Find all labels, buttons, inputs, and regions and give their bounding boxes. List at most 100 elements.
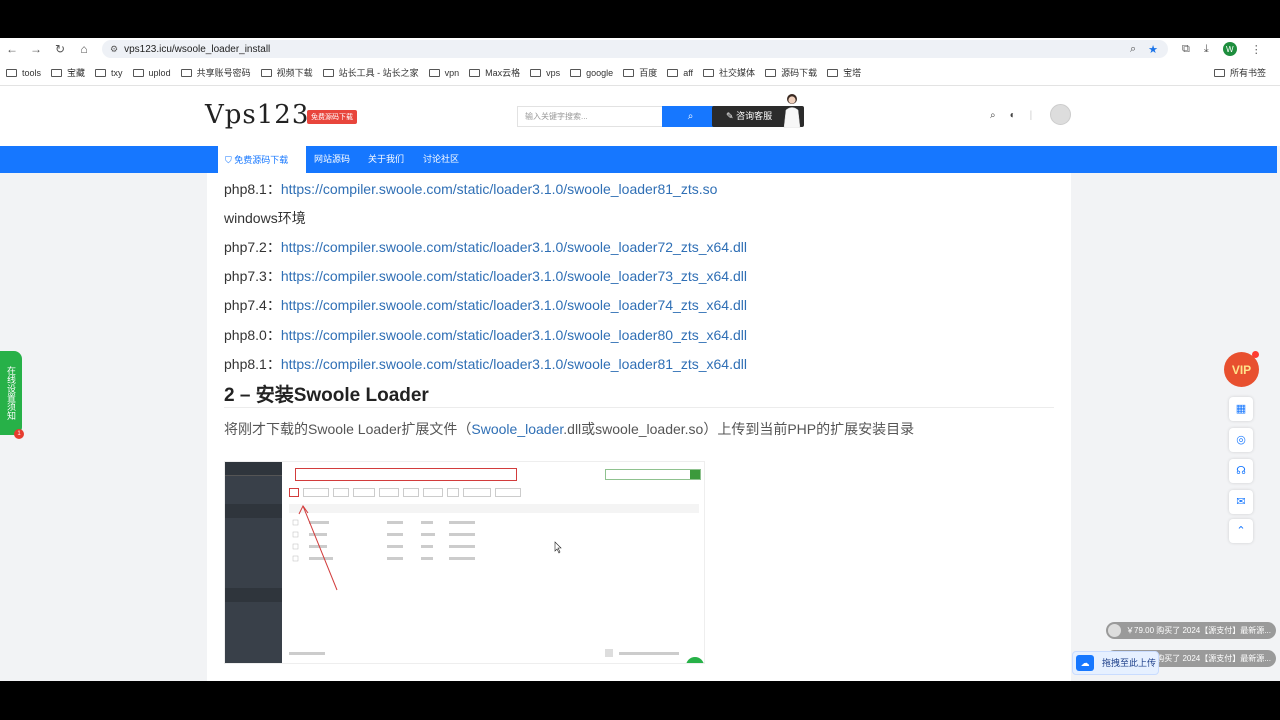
bookmark-label: 站长工具 - 站长之家 — [338, 68, 419, 78]
bt-panel-screenshot — [224, 461, 705, 664]
left-floating-tag[interactable]: 在线设置须知 — [0, 351, 22, 435]
search-icon[interactable]: ⌕ — [990, 110, 996, 121]
folder-icon — [180, 68, 192, 77]
bookmark-label: 宝塔 — [843, 68, 862, 78]
all-bookmarks[interactable]: 所有书签 — [1213, 66, 1280, 79]
folder-icon — [6, 68, 17, 77]
nav-item-site-source[interactable]: 网站源码 — [314, 146, 350, 172]
bookmark-item[interactable]: 共享账号密码 — [180, 66, 251, 79]
folder-icon — [827, 68, 839, 77]
download-line: php8.1：https://compiler.swoole.com/stati… — [224, 179, 717, 199]
bookmark-label: 视频下载 — [276, 68, 313, 78]
bookmark-item[interactable]: 视频下载 — [260, 66, 313, 79]
zoom-icon[interactable]: ⌕ — [1130, 43, 1136, 56]
download-line: php7.3：https://compiler.swoole.com/stati… — [224, 266, 747, 286]
menu-icon[interactable]: ⋮ — [1251, 43, 1262, 56]
php-version-label: php8.1： — [224, 356, 281, 372]
site-header: Vps123 免费源码下载 输入关键字搜索... ⌕ ✎ 咨询客服 ⌕ ◐ | — [0, 86, 1280, 146]
bookmark-item[interactable]: 源码下载 — [765, 66, 817, 79]
bookmark-item[interactable]: tools — [6, 68, 41, 78]
folder-icon — [530, 68, 542, 77]
bookmark-item[interactable]: vps — [530, 68, 560, 78]
folder-icon — [667, 68, 679, 77]
bookmarks-bar: tools 宝藏 txy uplod 共享账号密码 视频下载 站长工具 - 站长之家 vpn M… — [0, 60, 1280, 86]
bookmark-item[interactable]: vpn — [428, 67, 460, 78]
download-line: php8.0：https://compiler.swoole.com/stati… — [224, 325, 747, 345]
nav-label: 免费源码下载 — [234, 155, 289, 165]
bookmark-item[interactable]: 站长工具 - 站长之家 — [322, 66, 419, 79]
folder-icon — [260, 68, 272, 77]
download-link[interactable]: https://compiler.swoole.com/static/loade… — [281, 181, 718, 197]
bookmark-item[interactable]: Max云格 — [469, 66, 520, 79]
bookmark-item[interactable]: uplod — [132, 67, 171, 78]
user-avatar — [1108, 624, 1121, 637]
bookmark-label: 社交媒体 — [719, 68, 756, 78]
shield-icon: ⛉ — [225, 155, 232, 165]
site-info-icon[interactable]: ⚙ — [110, 44, 118, 55]
section-heading: 2 – 安装Swoole Loader — [224, 385, 429, 406]
divider: | — [1029, 110, 1033, 121]
download-line: php8.1：https://compiler.swoole.com/stati… — [224, 354, 747, 374]
calendar-icon[interactable]: ▦ — [1229, 397, 1253, 421]
bookmark-label: txy — [111, 67, 123, 78]
address-bar: ← → ↻ ⌂ ⚙ vps123.icu/wsoole_loader_insta… — [0, 38, 1280, 60]
bookmark-item[interactable]: 宝塔 — [827, 66, 861, 79]
headset-icon[interactable]: ☊ — [1229, 459, 1253, 483]
site-logo[interactable]: Vps123 — [205, 100, 309, 130]
php-version-label: php8.0： — [224, 327, 281, 343]
bookmark-star-icon[interactable]: ★ — [1148, 43, 1158, 56]
swoole-loader-link[interactable]: Swoole_loader — [471, 421, 563, 437]
bookmark-item[interactable]: 宝藏 — [51, 66, 85, 79]
bookmark-item[interactable]: 百度 — [623, 66, 657, 79]
download-icon[interactable]: ⤓ — [1204, 43, 1209, 56]
folder-icon — [469, 68, 481, 77]
search-button[interactable]: ⌕ — [662, 106, 719, 127]
para-text: .dll或swoole_loader.so）上传到当前PHP的扩展安装目录 — [563, 421, 915, 437]
nav-item-free-source[interactable]: ⛉ 免费源码下载 — [218, 146, 306, 173]
bookmark-item[interactable]: 社交媒体 — [703, 66, 755, 79]
php-version-label: php7.2： — [224, 239, 281, 255]
url-field[interactable]: ⚙ vps123.icu/wsoole_loader_install ⌕ ★ — [102, 40, 1168, 58]
notification-badge: 1 — [14, 429, 24, 439]
bookmark-label: 宝藏 — [67, 68, 86, 78]
back-icon[interactable]: ← — [0, 42, 24, 56]
reload-icon[interactable]: ↻ — [48, 42, 72, 56]
instruction-paragraph: 将刚才下载的Swoole Loader扩展文件（Swoole_loader.dl… — [224, 419, 914, 439]
download-link[interactable]: https://compiler.swoole.com/static/loade… — [281, 327, 747, 343]
nav-item-community[interactable]: 讨论社区 — [423, 146, 459, 172]
drag-upload-button[interactable]: ☁ 拖拽至此上传 — [1072, 651, 1159, 675]
bookmark-label: vpn — [444, 67, 460, 78]
folder-icon — [428, 68, 440, 77]
extensions-icon[interactable]: ⧉ — [1182, 43, 1190, 56]
folder-icon — [95, 68, 107, 77]
profile-avatar[interactable]: W — [1222, 42, 1237, 56]
consult-label: 咨询客服 — [736, 111, 773, 121]
folder-icon — [51, 68, 63, 77]
folder-icon — [703, 68, 715, 77]
vip-dot — [1252, 351, 1259, 358]
fingerprint-icon[interactable]: ◎ — [1229, 428, 1253, 452]
nav-item-about[interactable]: 关于我们 — [368, 146, 404, 172]
home-icon[interactable]: ⌂ — [72, 42, 96, 56]
php-version-label: php8.1： — [224, 181, 281, 197]
search-input[interactable]: 输入关键字搜索... — [517, 106, 662, 127]
download-link[interactable]: https://compiler.swoole.com/static/loade… — [281, 356, 747, 372]
download-link[interactable]: https://compiler.swoole.com/static/loade… — [281, 268, 747, 284]
folder-icon — [322, 68, 334, 77]
forward-icon[interactable]: → — [24, 42, 48, 56]
download-line: php7.4：https://compiler.swoole.com/stati… — [224, 295, 747, 315]
download-link[interactable]: https://compiler.swoole.com/static/loade… — [281, 297, 747, 313]
bookmark-item[interactable]: txy — [95, 68, 123, 78]
bookmark-label: 百度 — [639, 68, 658, 78]
main-nav: ⛉ 免费源码下载 网站源码 关于我们 讨论社区 — [0, 146, 1277, 173]
bookmark-label: uplod — [148, 67, 171, 78]
theme-toggle-icon[interactable]: ◐ — [1010, 110, 1016, 121]
back-to-top-icon[interactable]: ⌃ — [1229, 519, 1253, 543]
para-text: 将刚才下载的Swoole Loader扩展文件（ — [224, 421, 472, 437]
url-text: vps123.icu/wsoole_loader_install — [124, 43, 271, 55]
user-avatar[interactable] — [1050, 104, 1071, 125]
wechat-icon[interactable]: ✉ — [1229, 490, 1253, 514]
bookmark-item[interactable]: aff — [667, 68, 693, 78]
download-link[interactable]: https://compiler.swoole.com/static/loade… — [281, 239, 747, 255]
bookmark-item[interactable]: google — [570, 68, 613, 78]
